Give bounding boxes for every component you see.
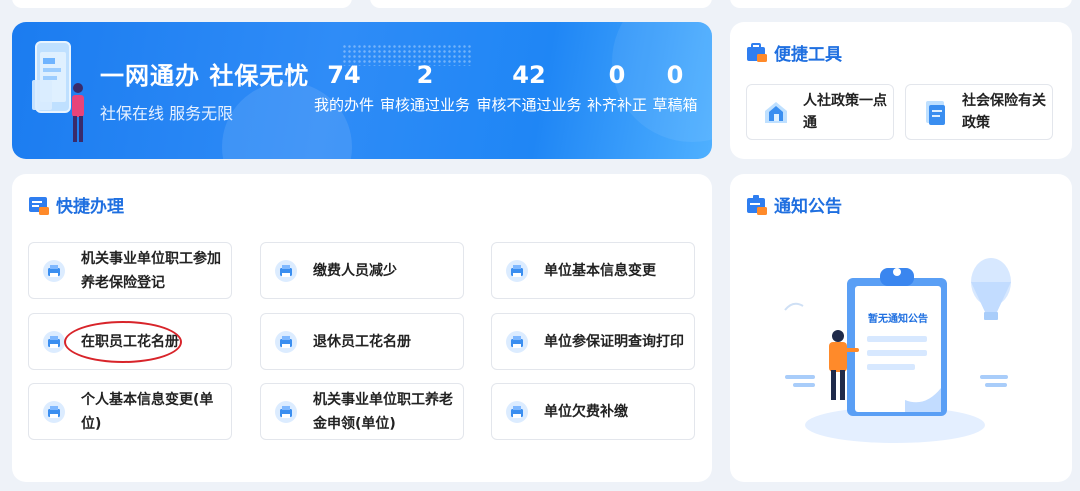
quick-item-insurance-certificate-print[interactable]: 单位参保证明查询打印 [491, 313, 695, 370]
printer-icon [275, 330, 297, 353]
printer-icon [43, 259, 65, 282]
top-card-mid [370, 0, 712, 8]
banner-title: 一网通办 社保无忧 [100, 62, 310, 90]
quick-item-retired-employee-roster[interactable]: 退休员工花名册 [260, 313, 464, 370]
stat-label: 审核通过业务 [379, 96, 470, 114]
stat-label: 草稿箱 [652, 96, 698, 114]
document-icon [926, 101, 945, 125]
stat-approved[interactable]: 2 审核通过业务 [378, 58, 472, 115]
tool-policy-guide[interactable]: 人社政策一点通 [746, 84, 894, 140]
printer-icon [506, 330, 528, 353]
quick-item-pension-claim[interactable]: 机关事业单位职工养老金申领(单位) [260, 383, 464, 440]
list-icon [29, 196, 49, 215]
tool-label: 人社政策一点通 [803, 93, 887, 131]
stat-value: 0 [666, 61, 684, 89]
stat-supplement[interactable]: 0 补齐补正 [585, 58, 649, 115]
quick-title: 快捷办理 [56, 197, 124, 217]
stat-label: 补齐补正 [586, 96, 647, 114]
stat-rejected[interactable]: 42 审核不通过业务 [474, 58, 584, 115]
quick-item-label: 个人基本信息变更(单位) [81, 391, 214, 432]
banner-subtitle: 社保在线 服务无限 [100, 104, 234, 123]
announcement-icon [747, 194, 767, 215]
printer-icon [275, 400, 297, 423]
top-card-left [12, 0, 352, 8]
stat-value: 42 [512, 61, 546, 89]
quick-item-arrears-payment[interactable]: 单位欠费补缴 [491, 383, 695, 440]
quick-item-label: 机关事业单位职工参加养老保险登记 [81, 250, 221, 291]
quick-item-institution-pension-registration[interactable]: 机关事业单位职工参加养老保险登记 [28, 242, 232, 299]
stat-label: 审核不通过业务 [476, 96, 582, 114]
empty-notice-illustration: 暂无通知公告 [784, 258, 1011, 443]
stat-my-cases[interactable]: 74 我的办件 [314, 58, 374, 115]
tools-header: 便捷工具 [746, 40, 842, 65]
quick-item-label: 机关事业单位职工养老金申领(单位) [313, 391, 453, 432]
printer-icon [275, 259, 297, 282]
stat-drafts[interactable]: 0 草稿箱 [650, 58, 700, 115]
notice-header: 通知公告 [746, 192, 842, 217]
stat-value: 2 [416, 61, 434, 89]
tool-label: 社会保险有关政策 [962, 93, 1046, 131]
printer-icon [43, 330, 65, 353]
phone-person-illustration [32, 41, 84, 142]
quick-item-label: 单位欠费补缴 [544, 403, 628, 420]
toolbox-icon [747, 42, 767, 62]
empty-notice-text: 暂无通知公告 [868, 312, 928, 325]
house-icon [765, 102, 787, 123]
notice-title: 通知公告 [774, 197, 842, 217]
printer-icon [506, 400, 528, 423]
quick-item-label: 单位参保证明查询打印 [544, 333, 684, 350]
quick-item-payer-reduction[interactable]: 缴费人员减少 [260, 242, 464, 299]
stat-value: 0 [608, 61, 626, 89]
tool-insurance-policy[interactable]: 社会保险有关政策 [905, 84, 1053, 140]
quick-header: 快捷办理 [28, 192, 124, 217]
annotation-circle [64, 321, 182, 363]
quick-item-label: 单位基本信息变更 [544, 262, 656, 279]
quick-item-unit-info-change[interactable]: 单位基本信息变更 [491, 242, 695, 299]
quick-item-label: 退休员工花名册 [313, 333, 411, 350]
quick-item-label: 缴费人员减少 [313, 262, 397, 279]
stats-banner: 一网通办 社保无忧 社保在线 服务无限 74 我的办件 2 审核通过业务 42 … [12, 22, 712, 159]
printer-icon [43, 400, 65, 423]
stat-label: 我的办件 [314, 96, 375, 114]
tools-title: 便捷工具 [774, 45, 842, 65]
stat-value: 74 [327, 61, 361, 89]
quick-item-personal-info-change[interactable]: 个人基本信息变更(单位) [28, 383, 232, 440]
top-card-right [730, 0, 1072, 8]
printer-icon [506, 259, 528, 282]
